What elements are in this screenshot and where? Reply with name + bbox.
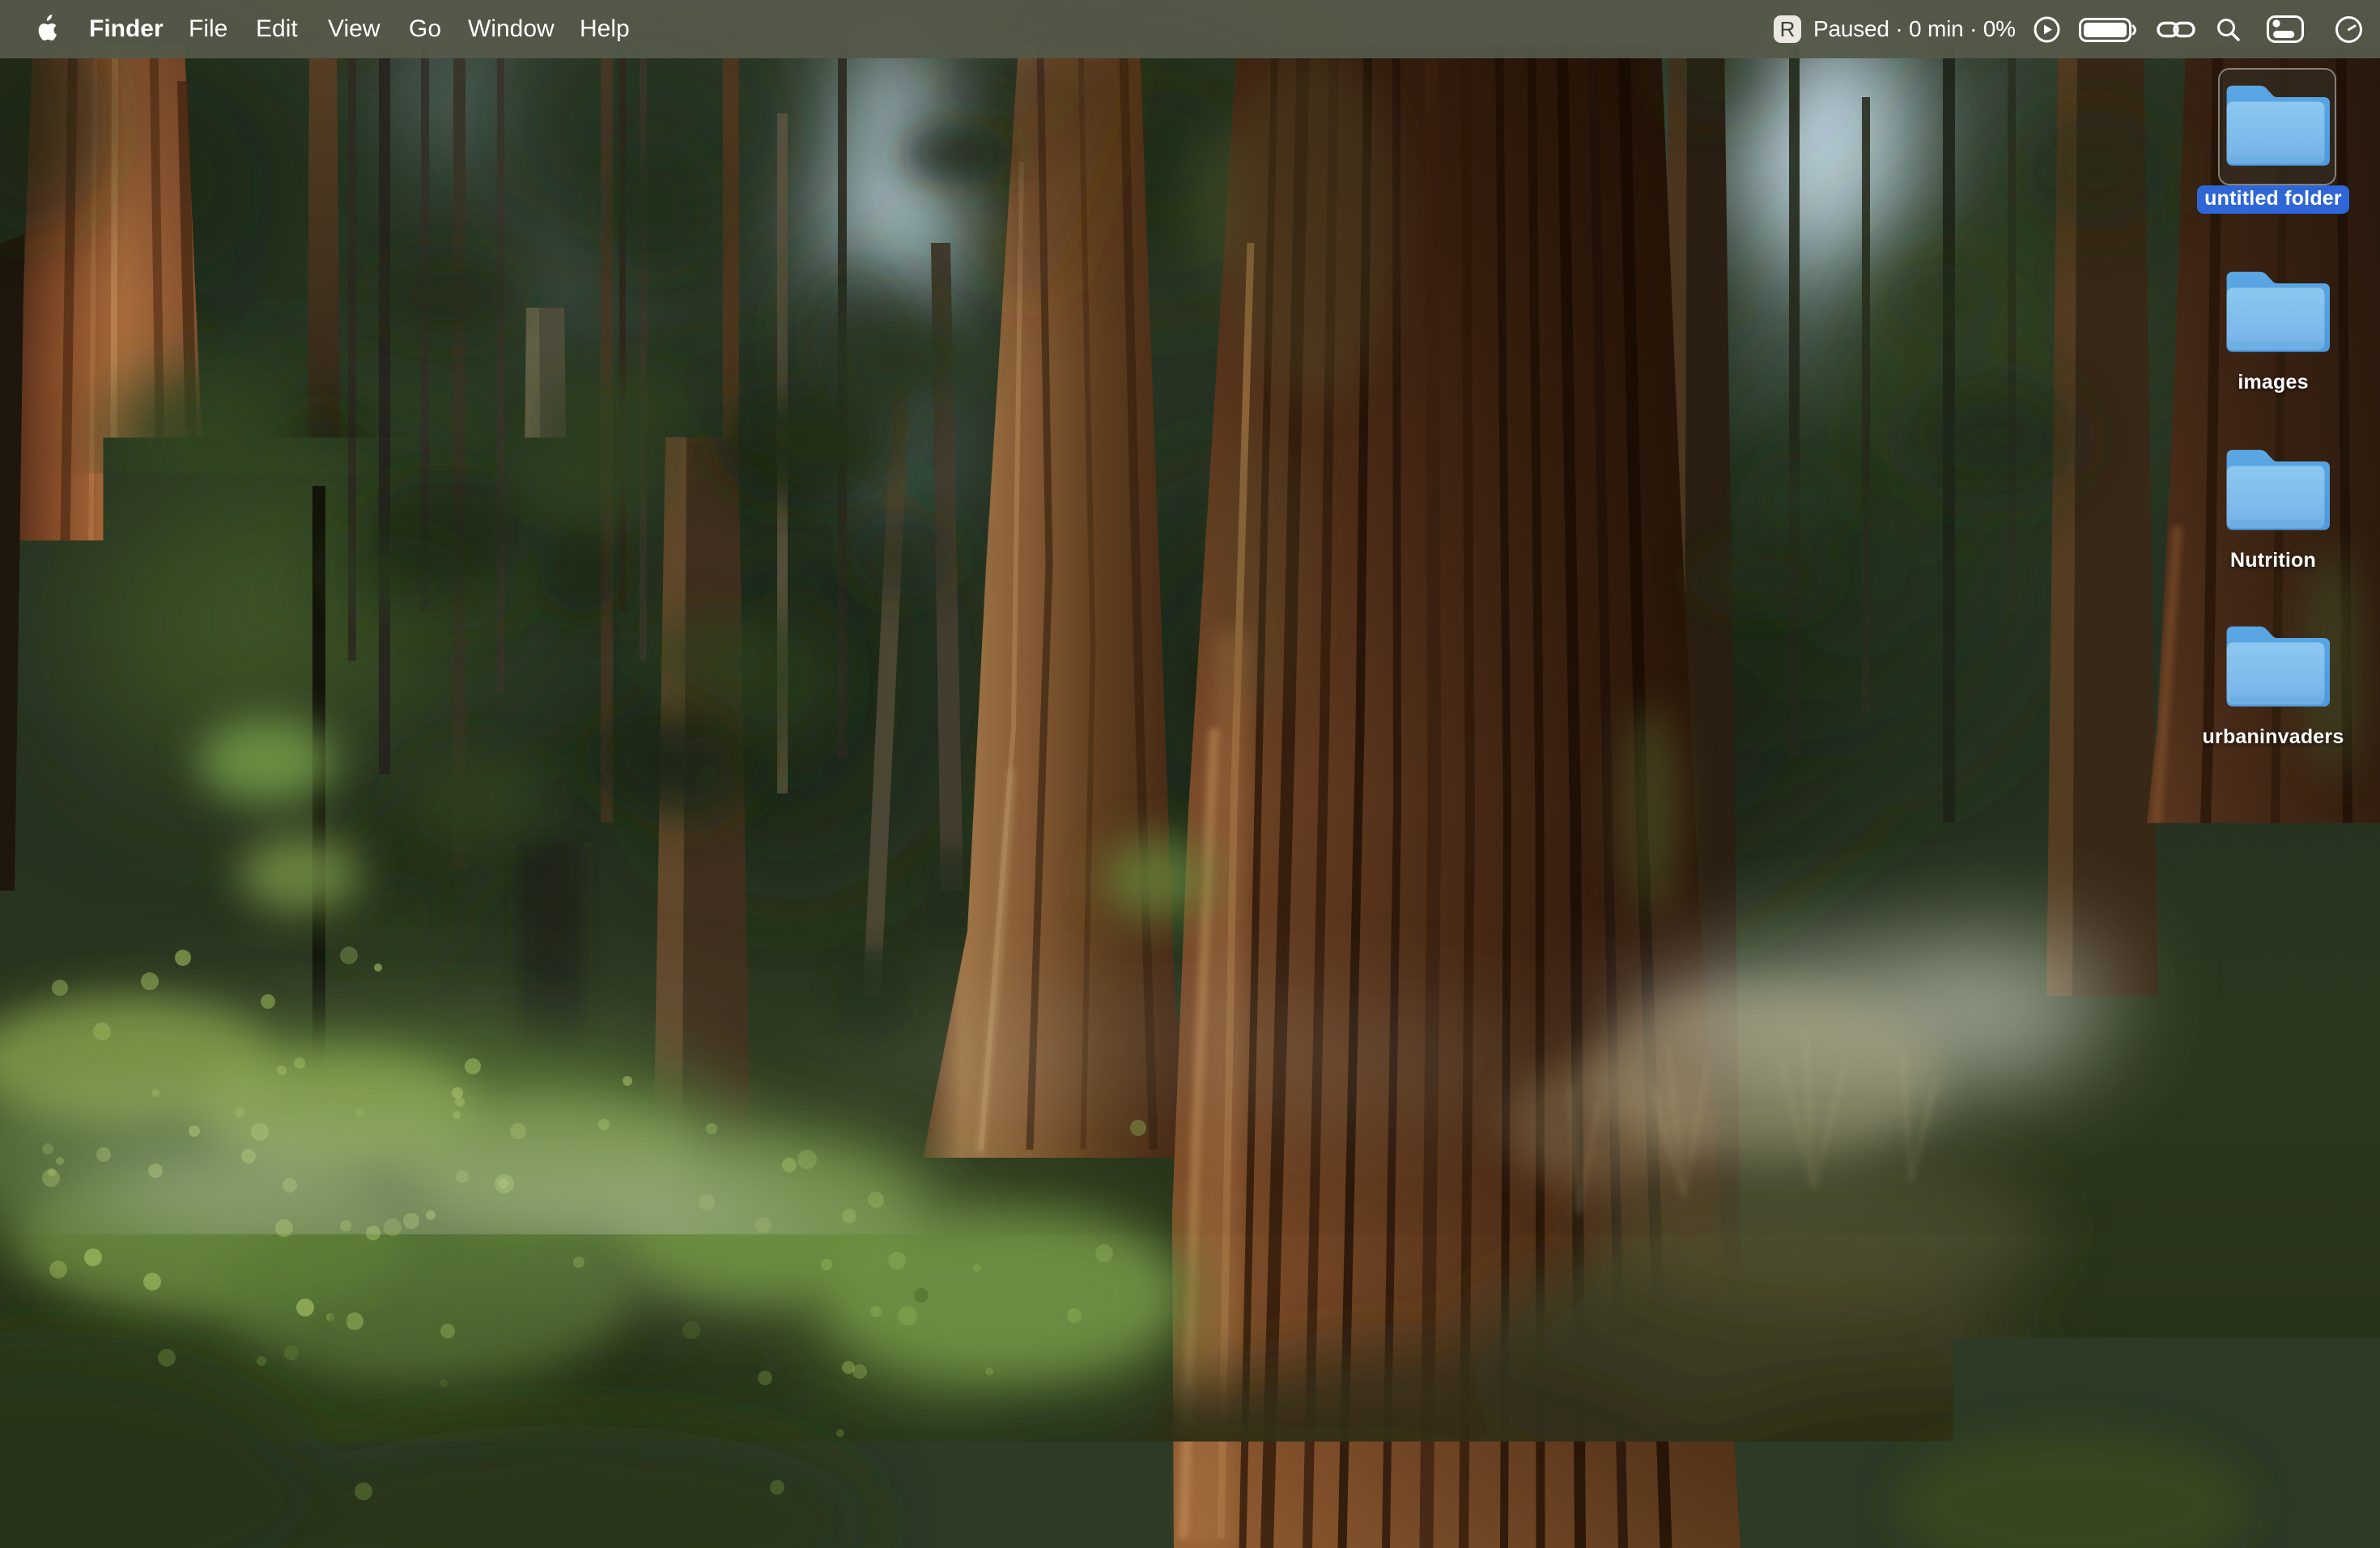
svg-text:zoom: zoom xyxy=(1327,1483,1367,1500)
svg-text:PDF: PDF xyxy=(1777,1510,1792,1518)
svg-text:17: 17 xyxy=(593,1478,631,1516)
svg-text:FEB: FEB xyxy=(601,1463,622,1475)
svg-text:Aa: Aa xyxy=(1644,1477,1677,1507)
